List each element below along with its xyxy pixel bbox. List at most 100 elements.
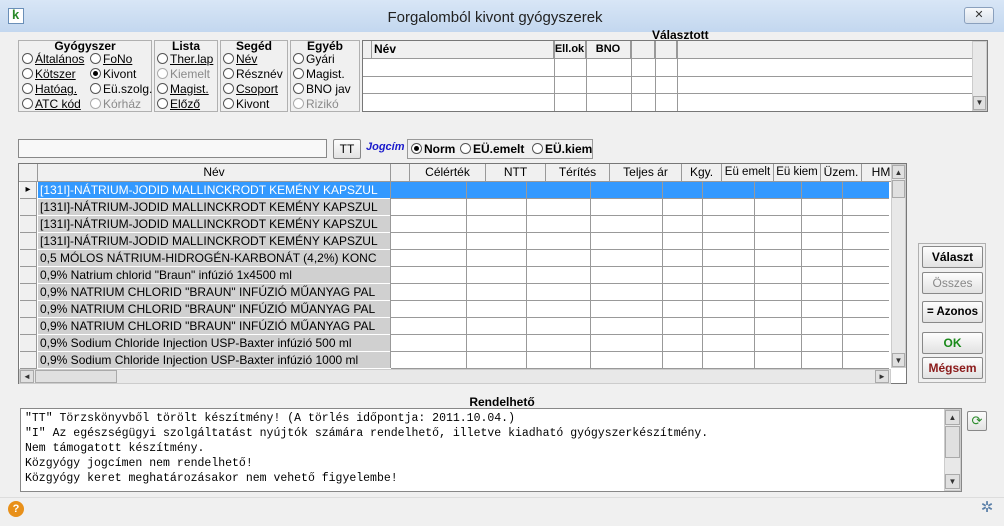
- radio-resznev[interactable]: Résznév: [223, 67, 283, 82]
- radio-csoport[interactable]: Csoport: [223, 82, 278, 97]
- radio-atc-kod[interactable]: ATC kód: [22, 97, 81, 112]
- table-row[interactable]: 0,9% NATRIUM CHLORID "BRAUN" INFÚZIÓ MŰA…: [20, 301, 889, 318]
- radio-egyeb-magist[interactable]: Magist.: [293, 67, 345, 82]
- jogcim-group: Norm EÜ.emelt EÜ.kiem: [407, 139, 593, 159]
- row-selector[interactable]: [20, 233, 37, 250]
- radio-elozo[interactable]: Előző: [157, 97, 200, 112]
- memo-scroll-up[interactable]: ▲: [945, 410, 960, 425]
- valasztott-header-blank3: [677, 41, 972, 59]
- azonos-button[interactable]: = Azonos: [922, 301, 983, 323]
- table-row[interactable]: [131I]-NÁTRIUM-JODID MALLINCKRODT KEMÉNY…: [20, 233, 889, 250]
- radio-kotszer[interactable]: Kötszer: [22, 67, 76, 82]
- rendelheto-line: Közgyógy keret meghatározásakor nem vehe…: [25, 472, 398, 485]
- row-name-cell[interactable]: 0,9% NATRIUM CHLORID "BRAUN" INFÚZIÓ MŰA…: [38, 301, 391, 318]
- rendelheto-line: Közgyógy jogcímen nem rendelhető!: [25, 457, 253, 470]
- radio-norm[interactable]: Norm: [411, 142, 455, 157]
- row-name-cell[interactable]: [131I]-NÁTRIUM-JODID MALLINCKRODT KEMÉNY…: [38, 216, 391, 233]
- radio-magist[interactable]: Magist.: [157, 82, 209, 97]
- radio-hatoag[interactable]: Hatóag.: [22, 82, 77, 97]
- valasztott-scrollbar[interactable]: ▼: [972, 41, 987, 111]
- lista-group: Lista Ther.lap Kiemelt Magist. Előző: [154, 39, 218, 112]
- row-selector[interactable]: [20, 199, 37, 216]
- row-selector[interactable]: [20, 352, 37, 369]
- row-name-cell[interactable]: 0,9% Sodium Chloride Injection USP-Baxte…: [38, 352, 391, 369]
- row-name-cell[interactable]: 0,9% Natrium chlorid "Braun" infúzió 1x4…: [38, 267, 391, 284]
- radio-kiemelt: Kiemelt: [157, 67, 210, 82]
- radio-gyari[interactable]: Gyári: [293, 52, 335, 67]
- row-selector[interactable]: [20, 318, 37, 335]
- row-name-cell[interactable]: 0,9% NATRIUM CHLORID "BRAUN" INFÚZIÓ MŰA…: [38, 318, 391, 335]
- table-scroll-right[interactable]: ►: [875, 370, 889, 383]
- search-input[interactable]: [18, 139, 327, 158]
- table-row[interactable]: ▸ [131I]-NÁTRIUM-JODID MALLINCKRODT KEMÉN…: [20, 182, 889, 199]
- row-name-cell[interactable]: [131I]-NÁTRIUM-JODID MALLINCKRODT KEMÉNY…: [38, 199, 391, 216]
- jogcim-label: Jogcím: [366, 141, 405, 153]
- rendelheto-line: Nem támogatott készítmény.: [25, 442, 205, 455]
- table-row[interactable]: [131I]-NÁTRIUM-JODID MALLINCKRODT KEMÉNY…: [20, 216, 889, 233]
- table-row[interactable]: 0,9% Natrium chlorid "Braun" infúzió 1x4…: [20, 267, 889, 284]
- help-icon[interactable]: ?: [8, 501, 24, 517]
- radio-eu-emelt[interactable]: EÜ.emelt: [460, 142, 524, 157]
- memo-scrollbar[interactable]: ▲ ▼: [944, 409, 961, 491]
- row-name-cell[interactable]: [131I]-NÁTRIUM-JODID MALLINCKRODT KEMÉNY…: [38, 182, 391, 199]
- window-title: Forgalomból kivont gyógyszerek: [387, 9, 603, 26]
- row-name-cell[interactable]: 0,9% Sodium Chloride Injection USP-Baxte…: [38, 335, 391, 352]
- close-button[interactable]: ✕: [964, 7, 994, 24]
- valasztott-scroll-down[interactable]: ▼: [973, 96, 986, 110]
- seged-title: Segéd: [235, 39, 272, 53]
- table-header-ntt: NTT: [486, 164, 546, 182]
- row-name-cell[interactable]: [131I]-NÁTRIUM-JODID MALLINCKRODT KEMÉNY…: [38, 233, 391, 250]
- table-row[interactable]: [131I]-NÁTRIUM-JODID MALLINCKRODT KEMÉNY…: [20, 199, 889, 216]
- row-selector[interactable]: [20, 216, 37, 233]
- valaszt-button[interactable]: Választ: [922, 246, 983, 268]
- valasztott-grid[interactable]: Név Ell.ok BNO ▼: [362, 40, 988, 112]
- rendelheto-line: "TT" Törzskönyvből törölt készítmény! (A…: [25, 412, 515, 425]
- row-name-cell[interactable]: 0,5 MÓLOS NÁTRIUM-HIDROGÉN-KARBONÁT (4,2…: [38, 250, 391, 267]
- tt-button[interactable]: TT: [333, 139, 361, 159]
- table-scroll-up[interactable]: ▲: [892, 165, 905, 179]
- radio-nev[interactable]: Név: [223, 52, 257, 67]
- settings-icon[interactable]: ✲: [979, 500, 995, 516]
- table-vscrollbar[interactable]: ▲ ▼: [891, 164, 906, 368]
- row-selector[interactable]: [20, 250, 37, 267]
- radio-euszolg[interactable]: Eü.szolg.: [90, 82, 152, 97]
- radio-fono[interactable]: FoNo: [90, 52, 132, 67]
- rendelheto-line: "I" Az egészségügyi szolgáltatást nyújtó…: [25, 427, 709, 440]
- table-scroll-left[interactable]: ◄: [20, 370, 34, 383]
- memo-scroll-down[interactable]: ▼: [945, 474, 960, 489]
- row-selector[interactable]: [20, 335, 37, 352]
- radio-kivont[interactable]: Kivont: [90, 67, 136, 82]
- radio-korhaz: Kórház: [90, 97, 141, 112]
- row-selector[interactable]: [20, 284, 37, 301]
- refresh-icon[interactable]: ⟳: [967, 411, 987, 431]
- seged-group: Segéd Név Résznév Csoport Kivont: [220, 39, 288, 112]
- radio-ther-lap[interactable]: Ther.lap: [157, 52, 213, 67]
- row-selector[interactable]: [20, 267, 37, 284]
- table-hscroll-thumb[interactable]: [35, 370, 117, 383]
- table-scroll-down[interactable]: ▼: [892, 353, 905, 367]
- radio-seged-kivont[interactable]: Kivont: [223, 97, 269, 112]
- table-row[interactable]: 0,9% NATRIUM CHLORID "BRAUN" INFÚZIÓ MŰA…: [20, 284, 889, 301]
- radio-bno-jav[interactable]: BNO jav: [293, 82, 351, 97]
- table-header-kgy: Kgy.: [682, 164, 722, 182]
- table-hscrollbar[interactable]: ◄ ►: [19, 369, 891, 384]
- radio-altalanos[interactable]: Általános: [22, 52, 84, 67]
- ok-button[interactable]: OK: [922, 332, 983, 354]
- egyeb-group: Egyéb Gyári Magist. BNO jav Rizikó: [290, 39, 360, 112]
- row-name-cell[interactable]: 0,9% NATRIUM CHLORID "BRAUN" INFÚZIÓ MŰA…: [38, 284, 391, 301]
- table-header-terites: Térítés: [546, 164, 610, 182]
- table-scroll-thumb[interactable]: [892, 180, 905, 198]
- egyeb-title: Egyéb: [306, 39, 343, 53]
- table-row[interactable]: 0,9% Sodium Chloride Injection USP-Baxte…: [20, 335, 889, 352]
- table-row[interactable]: 0,9% NATRIUM CHLORID "BRAUN" INFÚZIÓ MŰA…: [20, 318, 889, 335]
- table-row[interactable]: 0,9% Sodium Chloride Injection USP-Baxte…: [20, 352, 889, 369]
- table-row[interactable]: 0,5 MÓLOS NÁTRIUM-HIDROGÉN-KARBONÁT (4,2…: [20, 250, 889, 267]
- table-header-eu-kiem: Eü kiem: [774, 164, 821, 182]
- megsem-button[interactable]: Mégsem: [922, 357, 983, 379]
- memo-scroll-thumb[interactable]: [945, 426, 960, 458]
- row-selector[interactable]: [20, 301, 37, 318]
- radio-eu-kiem[interactable]: EÜ.kiem: [532, 142, 592, 157]
- lista-title: Lista: [171, 39, 200, 53]
- row-selector[interactable]: ▸: [20, 182, 37, 199]
- status-bar: [0, 497, 1004, 526]
